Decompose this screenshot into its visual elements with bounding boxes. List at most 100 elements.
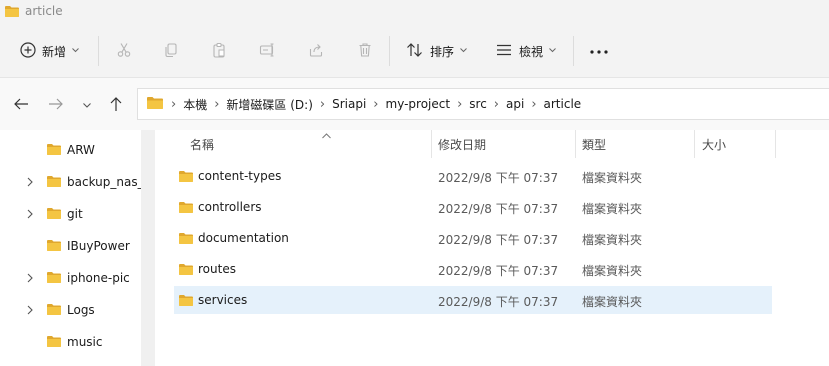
view-label: 檢視 xyxy=(519,44,544,59)
file-type: 檔案資料夾 xyxy=(582,202,643,216)
breadcrumb-item-current[interactable]: article xyxy=(544,97,582,111)
sidebar-item-backup-nas[interactable]: backup_nas_ xyxy=(0,168,144,196)
sidebar-item-arw[interactable]: ARW xyxy=(0,136,141,164)
column-header-date[interactable]: 修改日期 xyxy=(432,130,575,158)
title-bar: article xyxy=(0,0,829,24)
folder-icon xyxy=(46,302,62,319)
sidebar-item-ibuypower[interactable]: IBuyPower xyxy=(0,232,141,260)
column-header-label: 名稱 xyxy=(190,137,215,152)
sidebar-item-label: ARW xyxy=(67,143,95,157)
column-header-label: 修改日期 xyxy=(438,137,487,152)
scissors-icon xyxy=(116,42,132,61)
list-item[interactable]: content-types 2022/9/8 下午 07:37 檔案資料夾 xyxy=(174,162,772,190)
list-view-icon xyxy=(495,43,513,60)
rename-button[interactable] xyxy=(259,33,277,69)
toolbar-divider xyxy=(389,36,390,66)
sidebar-item-music[interactable]: music xyxy=(0,328,141,356)
file-date: 2022/9/8 下午 07:37 xyxy=(438,233,559,247)
rename-icon xyxy=(259,42,277,61)
chevron-down-icon xyxy=(460,47,467,55)
arrow-left-icon xyxy=(13,97,29,114)
chevron-right-icon[interactable]: › xyxy=(531,97,536,112)
copy-button[interactable] xyxy=(163,33,179,69)
sidebar-item-logs[interactable]: Logs xyxy=(0,296,141,324)
more-options-button[interactable] xyxy=(589,33,609,69)
folder-icon xyxy=(4,4,20,21)
file-name: content-types xyxy=(198,169,282,183)
file-date: 2022/9/8 下午 07:37 xyxy=(438,171,559,185)
folder-icon xyxy=(46,334,62,351)
sidebar-item-iphone-pic[interactable]: iphone-pic xyxy=(0,264,141,292)
sort-label: 排序 xyxy=(430,44,455,59)
address-bar[interactable]: › 本機 › 新增磁碟區 (D:) › Sriapi › my-project … xyxy=(137,88,829,120)
sort-ascending-icon xyxy=(322,128,331,142)
folder-icon xyxy=(146,95,164,113)
breadcrumb-item[interactable]: 本機 xyxy=(183,96,207,113)
cut-button[interactable] xyxy=(116,33,132,69)
navigation-row: › 本機 › 新增磁碟區 (D:) › Sriapi › my-project … xyxy=(0,78,829,130)
file-list: 名稱 修改日期 類型 大小 content-types 2022/9/8 下午 … xyxy=(155,130,829,366)
column-header-type[interactable]: 類型 xyxy=(576,130,694,158)
sidebar-item-git[interactable]: git xyxy=(0,200,141,228)
chevron-down-icon xyxy=(72,47,79,55)
chevron-right-icon[interactable]: › xyxy=(494,97,499,112)
navigation-pane: ARW backup_nas_ git IBuyPower iphone-pic… xyxy=(0,130,155,366)
chevron-right-icon[interactable]: › xyxy=(373,97,378,112)
view-button[interactable]: 檢視 xyxy=(495,33,556,69)
file-date: 2022/9/8 下午 07:37 xyxy=(438,295,559,309)
file-type: 檔案資料夾 xyxy=(582,295,643,309)
new-label: 新增 xyxy=(42,44,67,59)
recent-locations-button[interactable] xyxy=(76,94,98,116)
delete-button[interactable] xyxy=(357,33,373,69)
breadcrumb-item[interactable]: 新增磁碟區 (D:) xyxy=(226,96,312,113)
sidebar-item-label: IBuyPower xyxy=(67,239,130,253)
list-item-selected[interactable]: services 2022/9/8 下午 07:37 檔案資料夾 xyxy=(174,286,772,314)
forward-button[interactable] xyxy=(45,94,67,116)
toolbar-divider xyxy=(573,36,574,66)
chevron-right-icon[interactable] xyxy=(24,208,36,220)
chevron-right-icon[interactable]: › xyxy=(320,97,325,112)
copy-icon xyxy=(163,42,179,61)
chevron-right-icon[interactable] xyxy=(24,272,36,284)
chevron-down-icon xyxy=(549,47,556,55)
chevron-right-icon[interactable] xyxy=(24,304,36,316)
list-item[interactable]: routes 2022/9/8 下午 07:37 檔案資料夾 xyxy=(174,255,772,283)
file-type: 檔案資料夾 xyxy=(582,233,643,247)
folder-icon xyxy=(46,142,62,159)
breadcrumb-item[interactable]: api xyxy=(506,97,524,111)
trash-icon xyxy=(357,42,373,61)
sidebar-scrollbar[interactable] xyxy=(141,130,155,366)
folder-icon xyxy=(178,200,194,217)
share-button[interactable] xyxy=(308,33,324,69)
sort-button[interactable]: 排序 xyxy=(406,33,467,69)
sidebar-item-label: Logs xyxy=(67,303,95,317)
folder-icon xyxy=(178,262,194,279)
column-header-size[interactable]: 大小 xyxy=(695,130,775,158)
up-button[interactable] xyxy=(105,94,127,116)
list-item[interactable]: documentation 2022/9/8 下午 07:37 檔案資料夾 xyxy=(174,224,772,252)
chevron-right-icon[interactable] xyxy=(24,176,36,188)
file-name: services xyxy=(198,293,248,307)
back-button[interactable] xyxy=(10,94,32,116)
file-date: 2022/9/8 下午 07:37 xyxy=(438,202,559,216)
arrow-right-icon xyxy=(48,97,64,114)
chevron-right-icon[interactable]: › xyxy=(214,97,219,112)
breadcrumb-item[interactable]: src xyxy=(469,97,487,111)
clipboard-icon xyxy=(211,42,227,61)
share-icon xyxy=(308,42,324,61)
paste-button[interactable] xyxy=(211,33,227,69)
breadcrumb-item[interactable]: my-project xyxy=(386,97,451,111)
breadcrumb-item[interactable]: Sriapi xyxy=(332,97,366,111)
chevron-right-icon: › xyxy=(171,96,177,112)
new-button[interactable]: 新增 xyxy=(20,33,79,69)
chevron-right-icon[interactable]: › xyxy=(457,97,462,112)
sidebar-item-label: iphone-pic xyxy=(67,271,130,285)
command-bar: 新增 排序 檢視 xyxy=(0,24,829,78)
column-header-name[interactable]: 名稱 xyxy=(174,130,432,158)
list-item[interactable]: controllers 2022/9/8 下午 07:37 檔案資料夾 xyxy=(174,193,772,221)
column-header-label: 類型 xyxy=(582,137,607,152)
column-divider[interactable] xyxy=(775,130,776,158)
sidebar-item-label: music xyxy=(67,335,103,349)
folder-icon xyxy=(46,206,62,223)
arrow-up-icon xyxy=(109,96,123,115)
